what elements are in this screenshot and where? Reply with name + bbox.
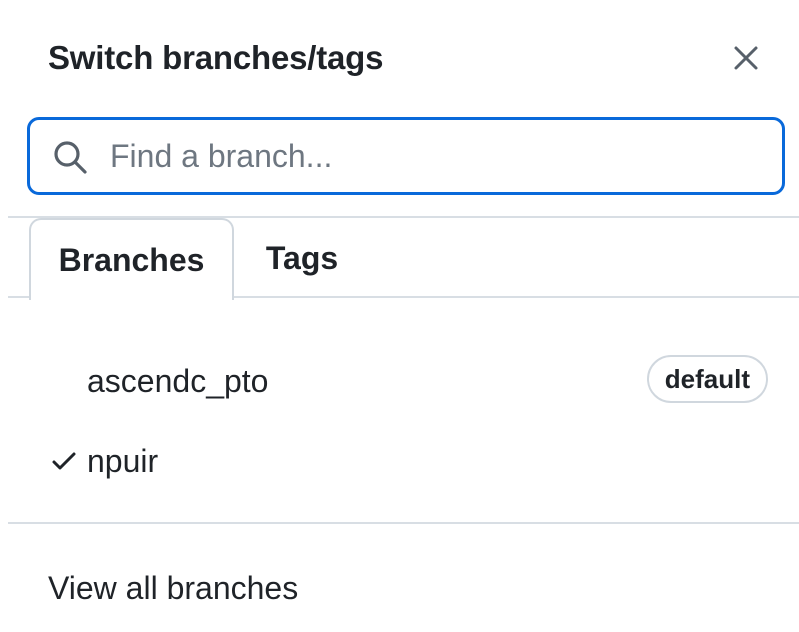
- tab-tags[interactable]: Tags: [248, 218, 356, 298]
- close-button[interactable]: [724, 36, 768, 80]
- panel-title: Switch branches/tags: [48, 39, 384, 76]
- branch-item-ascendc-pto[interactable]: ascendc_pto default: [30, 345, 780, 417]
- search-icon: [54, 141, 87, 174]
- panel-header: Switch branches/tags: [48, 30, 768, 86]
- close-icon: [734, 46, 758, 70]
- tab-branches-label: Branches: [58, 241, 205, 278]
- branch-switcher-panel: Switch branches/tags Branches Tags ascen…: [0, 0, 799, 632]
- branch-item-npuir[interactable]: npuir: [30, 425, 780, 497]
- tab-tags-label: Tags: [265, 239, 339, 276]
- check-icon: [52, 452, 76, 470]
- branch-name: ascendc_pto: [87, 363, 269, 399]
- default-badge: default: [646, 355, 768, 403]
- branch-name: npuir: [87, 443, 159, 479]
- search-box[interactable]: [27, 117, 785, 195]
- view-all-branches-link[interactable]: View all branches: [48, 566, 298, 610]
- tab-bar: Branches Tags: [8, 218, 799, 300]
- search-input[interactable]: [110, 128, 760, 184]
- tab-branches[interactable]: Branches: [29, 218, 234, 300]
- footer-divider: [8, 522, 799, 524]
